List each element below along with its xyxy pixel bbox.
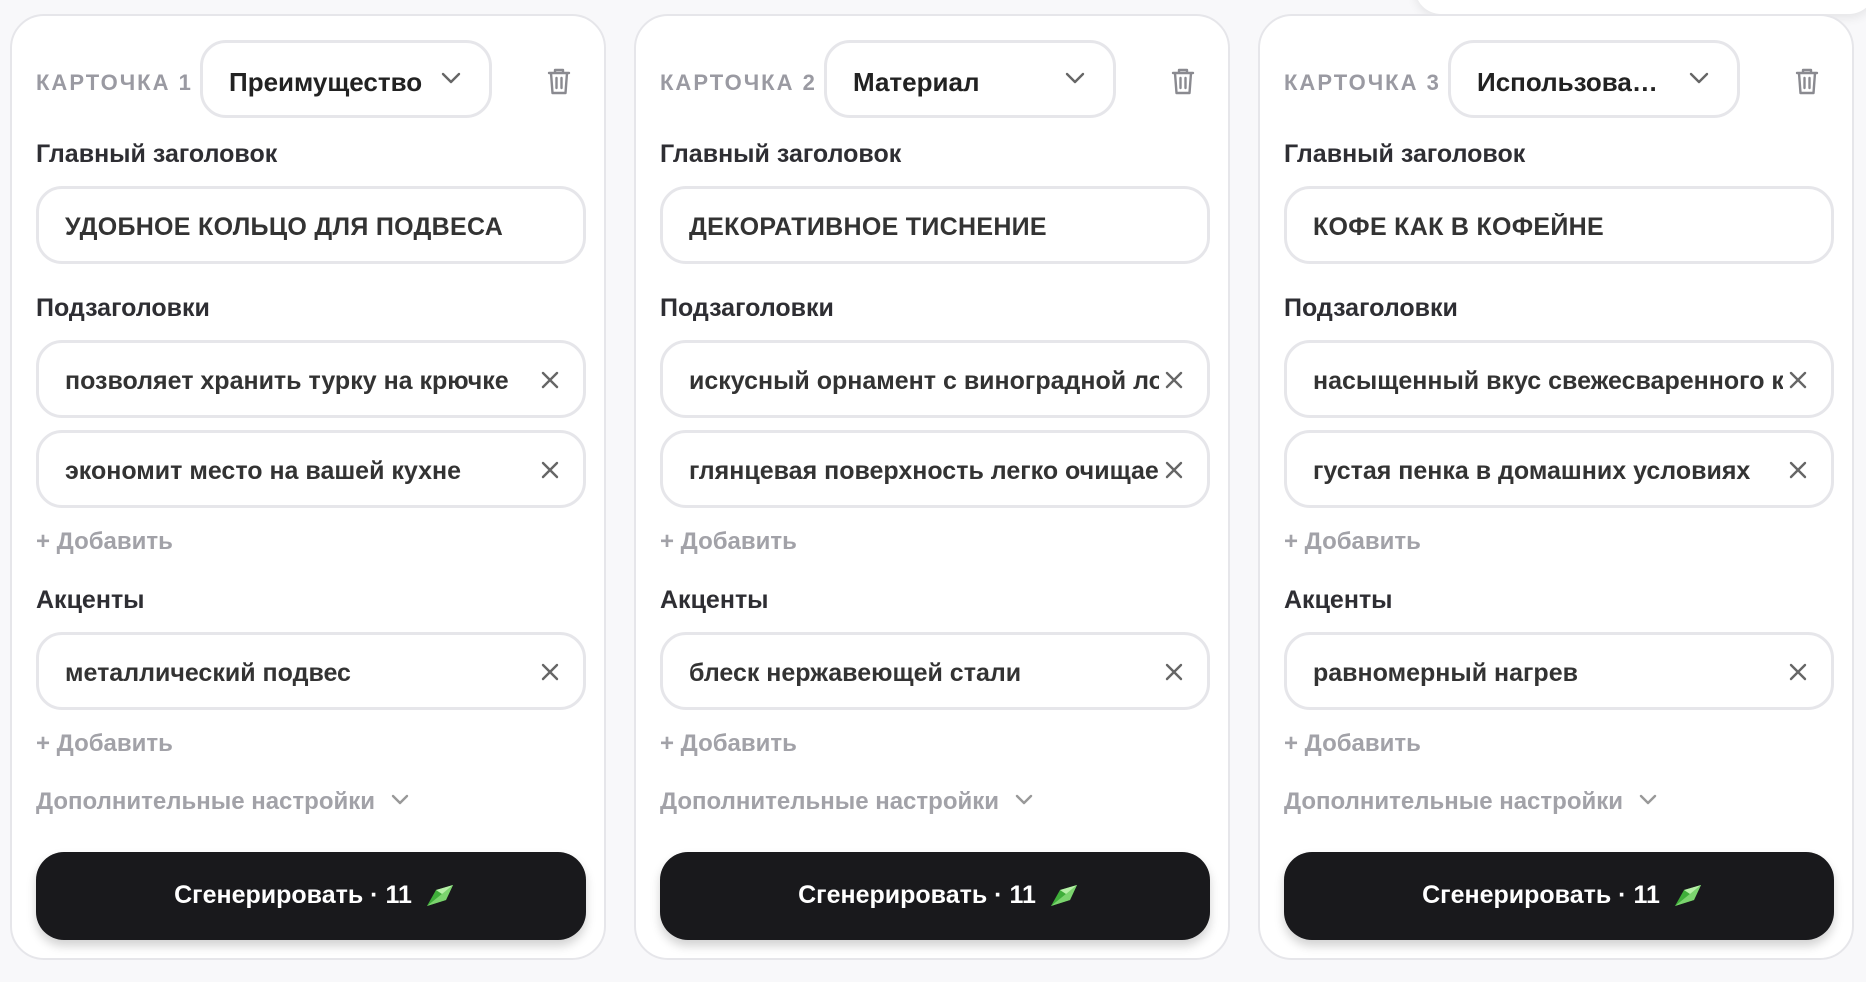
title-label: Главный заголовок bbox=[1284, 140, 1526, 168]
generate-button[interactable]: Сгенерировать · 11 bbox=[36, 852, 586, 940]
card-3: КАРТОЧКА 3 Использова… Главный заголовок… bbox=[1258, 14, 1854, 960]
generate-label: Сгенерировать · 11 bbox=[1422, 881, 1660, 909]
subtitle-value: густая пенка в домашних условиях bbox=[1313, 457, 1751, 485]
accent-value: металлический подвес bbox=[65, 659, 351, 687]
title-field[interactable]: УДОБНОЕ КОЛЬЦО ДЛЯ ПОДВЕСА bbox=[36, 186, 586, 264]
accents-label: Акценты bbox=[1284, 586, 1393, 614]
chevron-down-icon bbox=[1639, 794, 1657, 805]
subtitle-value: искусный орнамент с виноградной лозой bbox=[689, 367, 1159, 395]
card-2: КАРТОЧКА 2 Материал Главный заголовок ДЕ… bbox=[634, 14, 1230, 960]
subtitle-value: глянцевая поверхность легко очищается bbox=[689, 457, 1159, 485]
accent-value: блеск нержавеющей стали bbox=[689, 659, 1022, 687]
more-settings-label: Дополнительные настройки bbox=[660, 788, 999, 815]
subtitle-field-1[interactable]: искусный орнамент с виноградной лозой bbox=[660, 340, 1210, 418]
more-settings-toggle[interactable]: Дополнительные настройки bbox=[660, 788, 1033, 816]
add-accent-button[interactable]: + Добавить bbox=[660, 730, 797, 758]
subtitles-label: Подзаголовки bbox=[660, 294, 834, 322]
card-number: КАРТОЧКА 2 bbox=[660, 70, 817, 95]
subtitle-field-2[interactable]: глянцевая поверхность легко очищается bbox=[660, 430, 1210, 508]
trash-icon[interactable] bbox=[1790, 64, 1824, 98]
card-header: КАРТОЧКА 1 Преимущество bbox=[36, 40, 580, 118]
trash-icon[interactable] bbox=[1166, 64, 1200, 98]
close-icon[interactable] bbox=[1787, 459, 1809, 481]
more-settings-toggle[interactable]: Дополнительные настройки bbox=[36, 788, 409, 816]
add-accent-button[interactable]: + Добавить bbox=[36, 730, 173, 758]
accent-field-1[interactable]: металлический подвес bbox=[36, 632, 586, 710]
add-subtitle-button[interactable]: + Добавить bbox=[660, 528, 797, 556]
accent-value: равномерный нагрев bbox=[1313, 659, 1578, 687]
chevron-down-icon bbox=[1065, 72, 1085, 84]
card-header: КАРТОЧКА 3 Использова… bbox=[1284, 40, 1828, 118]
generate-button[interactable]: Сгенерировать · 11 bbox=[660, 852, 1210, 940]
close-icon[interactable] bbox=[539, 459, 561, 481]
trash-icon[interactable] bbox=[542, 64, 576, 98]
close-icon[interactable] bbox=[1787, 369, 1809, 391]
title-value: УДОБНОЕ КОЛЬЦО ДЛЯ ПОДВЕСА bbox=[65, 213, 504, 241]
title-value: ДЕКОРАТИВНОЕ ТИСНЕНИЕ bbox=[689, 213, 1047, 241]
card-1: КАРТОЧКА 1 Преимущество Главный заголово… bbox=[10, 14, 606, 960]
add-subtitle-button[interactable]: + Добавить bbox=[1284, 528, 1421, 556]
generate-label: Сгенерировать · 11 bbox=[798, 881, 1036, 909]
gem-icon bbox=[427, 885, 453, 906]
gem-icon bbox=[1675, 885, 1701, 906]
close-icon[interactable] bbox=[1787, 661, 1809, 683]
accent-field-1[interactable]: равномерный нагрев bbox=[1284, 632, 1834, 710]
close-icon[interactable] bbox=[539, 369, 561, 391]
card-type-select[interactable]: Использова… bbox=[1448, 40, 1740, 118]
title-field[interactable]: ДЕКОРАТИВНОЕ ТИСНЕНИЕ bbox=[660, 186, 1210, 264]
card-number: КАРТОЧКА 3 bbox=[1284, 70, 1441, 95]
generate-button[interactable]: Сгенерировать · 11 bbox=[1284, 852, 1834, 940]
subtitle-field-2[interactable]: густая пенка в домашних условиях bbox=[1284, 430, 1834, 508]
card-type-select[interactable]: Преимущество bbox=[200, 40, 492, 118]
card-type-value: Использова… bbox=[1477, 67, 1658, 97]
more-settings-label: Дополнительные настройки bbox=[36, 788, 375, 815]
gem-icon bbox=[1051, 885, 1077, 906]
card-header: КАРТОЧКА 2 Материал bbox=[660, 40, 1204, 118]
close-icon[interactable] bbox=[1163, 459, 1185, 481]
subtitle-field-2[interactable]: экономит место на вашей кухне bbox=[36, 430, 586, 508]
close-icon[interactable] bbox=[1163, 661, 1185, 683]
card-type-value: Преимущество bbox=[229, 67, 423, 97]
subtitle-field-1[interactable]: позволяет хранить турку на крючке bbox=[36, 340, 586, 418]
card-type-value: Материал bbox=[853, 67, 980, 97]
overlay-panel-edge bbox=[1415, 0, 1866, 14]
subtitles-label: Подзаголовки bbox=[1284, 294, 1458, 322]
card-type-select[interactable]: Материал bbox=[824, 40, 1116, 118]
subtitle-field-1[interactable]: насыщенный вкус свежесваренного кофе bbox=[1284, 340, 1834, 418]
title-value: КОФЕ КАК В КОФЕЙНЕ bbox=[1313, 213, 1604, 241]
subtitle-value: экономит место на вашей кухне bbox=[65, 457, 462, 485]
add-subtitle-button[interactable]: + Добавить bbox=[36, 528, 173, 556]
subtitle-value: позволяет хранить турку на крючке bbox=[65, 367, 509, 395]
close-icon[interactable] bbox=[539, 661, 561, 683]
card-number: КАРТОЧКА 1 bbox=[36, 70, 193, 95]
chevron-down-icon bbox=[441, 72, 461, 84]
more-settings-label: Дополнительные настройки bbox=[1284, 788, 1623, 815]
title-field[interactable]: КОФЕ КАК В КОФЕЙНЕ bbox=[1284, 186, 1834, 264]
chevron-down-icon bbox=[391, 794, 409, 805]
title-label: Главный заголовок bbox=[36, 140, 278, 168]
accents-label: Акценты bbox=[660, 586, 769, 614]
add-accent-button[interactable]: + Добавить bbox=[1284, 730, 1421, 758]
subtitle-value: насыщенный вкус свежесваренного кофе bbox=[1313, 367, 1783, 395]
title-label: Главный заголовок bbox=[660, 140, 902, 168]
chevron-down-icon bbox=[1015, 794, 1033, 805]
accents-label: Акценты bbox=[36, 586, 145, 614]
accent-field-1[interactable]: блеск нержавеющей стали bbox=[660, 632, 1210, 710]
close-icon[interactable] bbox=[1163, 369, 1185, 391]
chevron-down-icon bbox=[1689, 72, 1709, 84]
subtitles-label: Подзаголовки bbox=[36, 294, 210, 322]
generate-label: Сгенерировать · 11 bbox=[174, 881, 412, 909]
more-settings-toggle[interactable]: Дополнительные настройки bbox=[1284, 788, 1657, 816]
